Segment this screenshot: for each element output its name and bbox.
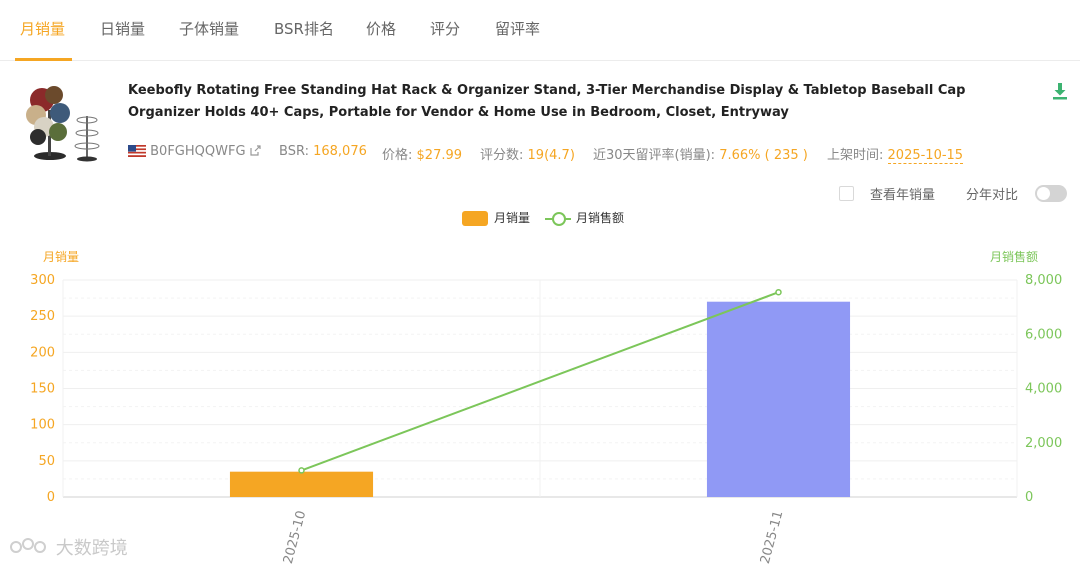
asin-value[interactable]: B0FGHQQWFG: [150, 144, 245, 159]
price-field: 价格: $27.99: [382, 144, 462, 163]
watermark: 大数跨境: [10, 534, 128, 560]
bsr-value: 168,076: [313, 144, 367, 159]
listed-date-label: 上架时间:: [827, 148, 884, 163]
us-flag-icon: [128, 145, 146, 157]
bsr-field: BSR: 168,076: [279, 144, 367, 159]
product-title[interactable]: Keebofly Rotating Free Standing Hat Rack…: [128, 80, 1038, 124]
watermark-logo-icon: [10, 538, 46, 553]
y-tick-left: 100: [30, 418, 55, 433]
review-rate-field: 近30天留评率(销量): 7.66% ( 235 ): [593, 144, 808, 163]
y-axis-title-left: 月销量: [43, 250, 79, 264]
y-tick-right: 6,000: [1025, 327, 1062, 342]
legend-units-swatch[interactable]: [462, 211, 488, 226]
y-tick-right: 2,000: [1025, 436, 1062, 451]
tab-bsr-rank[interactable]: BSR排名: [274, 18, 334, 39]
tab-variant-sales[interactable]: 子体销量: [179, 18, 239, 39]
reviews-field: 评分数: 19(4.7): [480, 144, 575, 163]
reviews-label: 评分数:: [480, 148, 524, 163]
monthly-sales-chart: 月销量 月销售额 0 50 100 150 200 250 300 0 2,000 4,000 6,00…: [30, 249, 1062, 566]
revenue-point-2025-10: [298, 467, 305, 474]
watermark-text: 大数跨境: [55, 538, 128, 559]
y-tick-left: 300: [30, 273, 55, 288]
chart-tabs: 月销量 日销量 子体销量 BSR排名 价格 评分 留评率: [0, 0, 1080, 61]
year-compare-toggle[interactable]: [1035, 185, 1067, 202]
y-tick-left: 150: [30, 382, 55, 397]
legend-revenue-marker: [552, 212, 566, 226]
external-link-icon[interactable]: [250, 145, 261, 156]
y-tick-left: 50: [38, 454, 55, 469]
x-tick-label: 2025-11: [758, 509, 787, 565]
tab-review-rate[interactable]: 留评率: [495, 18, 540, 39]
x-tick-label: 2025-10: [281, 509, 310, 565]
year-compare-label: 分年对比: [966, 188, 1019, 203]
review-rate-label: 近30天留评率(销量):: [593, 148, 716, 163]
y-tick-left: 0: [47, 490, 55, 505]
y-tick-left: 200: [30, 345, 55, 360]
download-icon[interactable]: [1052, 82, 1068, 100]
yearly-sales-label[interactable]: 查看年销量: [870, 184, 935, 203]
y-tick-right: 0: [1025, 490, 1033, 505]
asin-field: B0FGHQQWFG: [128, 144, 261, 159]
bar-2025-10: [229, 471, 374, 497]
y-axis-title-right: 月销售额: [990, 249, 1038, 264]
tab-price[interactable]: 价格: [366, 18, 396, 39]
listed-date-field: 上架时间: 2025-10-15: [827, 144, 964, 164]
product-image[interactable]: [22, 80, 106, 166]
bsr-label: BSR:: [279, 144, 309, 159]
listed-date-value[interactable]: 2025-10-15: [887, 148, 964, 164]
y-tick-right: 8,000: [1025, 273, 1062, 288]
tab-rating[interactable]: 评分: [430, 18, 460, 39]
active-tab-indicator: [15, 58, 72, 61]
tab-monthly-sales[interactable]: 月销量: [20, 18, 65, 39]
y-tick-right: 4,000: [1025, 382, 1062, 397]
reviews-value: 19(4.7): [527, 148, 575, 163]
yearly-sales-checkbox[interactable]: [839, 186, 854, 201]
bar-2025-11: [706, 301, 851, 497]
legend-revenue-label[interactable]: 月销售额: [576, 209, 624, 226]
revenue-point-2025-11: [775, 288, 782, 296]
price-value: $27.99: [416, 148, 463, 163]
review-rate-value: 7.66% ( 235 ): [719, 148, 808, 163]
legend-units-label[interactable]: 月销量: [494, 209, 530, 226]
price-label: 价格:: [382, 148, 413, 163]
y-tick-left: 250: [30, 309, 55, 324]
tab-daily-sales[interactable]: 日销量: [100, 18, 145, 39]
toggle-knob: [1037, 187, 1050, 200]
